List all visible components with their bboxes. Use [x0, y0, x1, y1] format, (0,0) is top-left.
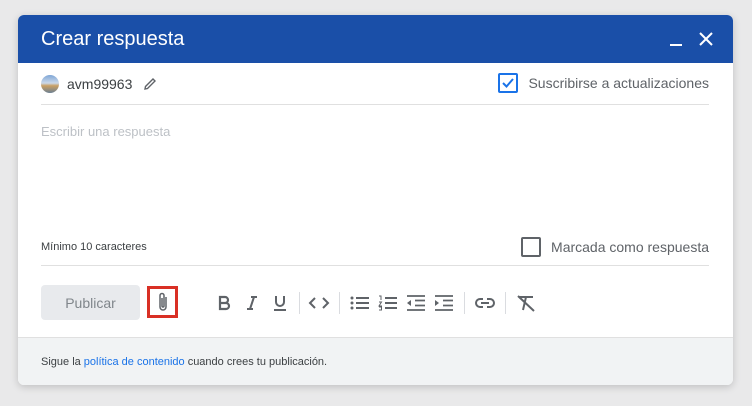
marked-as-answer-checkbox[interactable]: Marcada como respuesta — [521, 237, 709, 257]
italic-icon — [247, 296, 257, 310]
code-icon — [308, 297, 330, 309]
dialog-title: Crear respuesta — [41, 27, 185, 50]
toolbar-divider — [464, 292, 465, 314]
formatting-toolbar: Publicar — [41, 285, 709, 321]
code-button[interactable] — [306, 290, 332, 316]
avatar — [41, 74, 59, 93]
paperclip-icon — [158, 292, 167, 311]
checkbox-checked-icon — [498, 73, 519, 93]
content-policy-link[interactable]: política de contenido — [84, 356, 185, 368]
footer-suffix: cuando crees tu publicación. — [187, 356, 328, 368]
user-row: avm99963 Suscribirse a actualizaciones — [41, 63, 709, 105]
close-icon[interactable] — [693, 26, 719, 52]
create-reply-dialog: Crear respuesta avm99963 Suscribirse a a… — [18, 15, 733, 385]
bulleted-list-button[interactable] — [347, 290, 373, 316]
clear-format-icon — [517, 295, 535, 312]
min-chars-hint: Mínimo 10 caracteres — [41, 241, 147, 253]
italic-button[interactable] — [239, 290, 265, 316]
link-button[interactable] — [472, 290, 498, 316]
clear-format-button[interactable] — [513, 290, 539, 316]
underline-button[interactable] — [267, 290, 293, 316]
link-icon — [475, 298, 495, 308]
footer-prefix: Sigue la — [41, 356, 81, 368]
indent-decrease-icon — [407, 295, 425, 311]
username: avm99963 — [67, 75, 133, 92]
toolbar-divider — [339, 292, 340, 314]
publish-button[interactable]: Publicar — [41, 285, 140, 320]
attach-button[interactable] — [147, 286, 178, 318]
underline-icon — [274, 296, 286, 311]
dialog-footer: Sigue la política de contenido cuando cr… — [18, 337, 733, 385]
checkbox-unchecked-icon — [521, 237, 542, 257]
subscribe-label: Suscribirse a actualizaciones — [528, 75, 709, 91]
dialog-header: Crear respuesta — [18, 15, 733, 63]
indent-increase-icon — [435, 295, 453, 311]
numbered-list-button[interactable] — [375, 290, 401, 316]
minimize-icon[interactable] — [663, 26, 689, 52]
pencil-icon[interactable] — [142, 76, 158, 92]
bold-button[interactable] — [211, 290, 237, 316]
toolbar-divider — [299, 292, 300, 314]
indent-increase-button[interactable] — [431, 290, 457, 316]
subscribe-checkbox[interactable]: Suscribirse a actualizaciones — [498, 73, 709, 93]
bold-icon — [218, 295, 231, 311]
numbered-list-icon — [378, 295, 397, 311]
indent-decrease-button[interactable] — [403, 290, 429, 316]
marked-as-answer-label: Marcada como respuesta — [551, 239, 709, 255]
toolbar-divider — [505, 292, 506, 314]
reply-editor[interactable]: Escribir una respuesta Mínimo 10 caracte… — [41, 105, 709, 266]
bulleted-list-icon — [350, 296, 369, 310]
reply-placeholder: Escribir una respuesta — [41, 124, 171, 139]
